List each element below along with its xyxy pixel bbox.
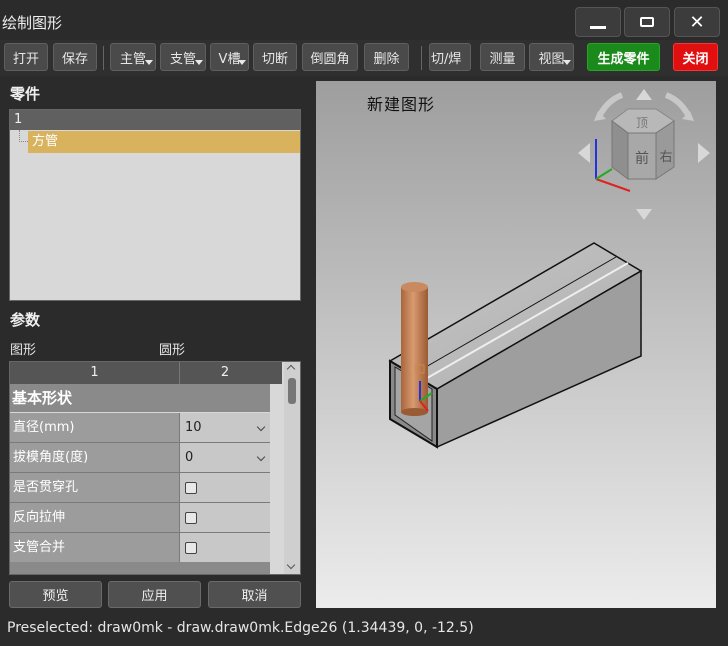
- generate-part-button[interactable]: 生成零件: [587, 43, 660, 71]
- cylinder-top-cap: [401, 282, 428, 292]
- parts-tree[interactable]: 1 方管: [9, 109, 301, 301]
- draft-angle-select[interactable]: 0: [180, 443, 270, 472]
- branch-merge-checkbox[interactable]: [185, 542, 197, 554]
- branch-pipe-label: 支管: [169, 51, 196, 67]
- nav-right-arrow-icon[interactable]: [698, 143, 710, 163]
- shape-type-label: 图形: [10, 343, 37, 358]
- dropdown-arrow-icon: [563, 60, 571, 65]
- fillet-button[interactable]: 倒圆角: [302, 43, 358, 71]
- close-button[interactable]: 关闭: [673, 43, 718, 71]
- table-row: 是否贯穿孔: [10, 473, 270, 503]
- 3d-viewport[interactable]: 新建图形 顶 前 右: [316, 81, 716, 608]
- cube-right-label: 右: [659, 150, 672, 165]
- main-pipe-label: 主管: [119, 51, 146, 67]
- toolbar-separator: [421, 46, 422, 70]
- dropdown-arrow-icon: [145, 60, 153, 65]
- cut-weld-button[interactable]: 切/焊: [429, 43, 471, 71]
- view-dropdown[interactable]: 视图: [529, 43, 574, 71]
- param-value: 0: [185, 450, 194, 465]
- params-table-header: 1 2: [10, 362, 282, 384]
- save-button[interactable]: 保存: [53, 43, 97, 71]
- cylinder-body: [401, 287, 428, 412]
- table-row: 拔模角度(度) 0: [10, 443, 270, 473]
- reverse-extrude-checkbox[interactable]: [185, 512, 197, 524]
- cylinder-model[interactable]: [401, 282, 428, 416]
- tree-item-square-tube[interactable]: 方管: [28, 131, 300, 153]
- table-row-partial: [10, 562, 270, 574]
- chevron-down-icon: [256, 422, 266, 432]
- table-row: 支管合并: [10, 533, 270, 563]
- parts-heading: 零件: [10, 85, 41, 103]
- dropdown-arrow-icon: [195, 60, 203, 65]
- cancel-button[interactable]: 取消: [208, 581, 301, 608]
- param-label: 反向拉伸: [10, 503, 180, 532]
- branch-pipe-dropdown[interactable]: 支管: [160, 43, 206, 71]
- apply-button[interactable]: 应用: [108, 581, 201, 608]
- param-label: 拔模角度(度): [10, 443, 180, 472]
- axis-x-line: [595, 178, 631, 192]
- window-close-button[interactable]: ✕: [674, 7, 720, 37]
- scene-svg: 顶 前 右: [388, 89, 710, 449]
- minimize-button[interactable]: [575, 7, 621, 37]
- param-label: 支管合并: [10, 533, 180, 562]
- scroll-down-icon[interactable]: [286, 560, 296, 570]
- main-pipe-dropdown[interactable]: 主管: [110, 43, 156, 71]
- nav-up-arrow-icon[interactable]: [636, 89, 652, 100]
- measure-button[interactable]: 测量: [480, 43, 525, 71]
- group-basic-shape: 基本形状: [10, 384, 270, 412]
- delete-button[interactable]: 删除: [364, 43, 409, 71]
- dropdown-arrow-icon: [238, 60, 246, 65]
- params-scrollbar[interactable]: [284, 362, 300, 574]
- column-header: 2: [220, 365, 230, 380]
- cube-front-label: 前: [635, 150, 649, 167]
- window-title: 绘制图形: [2, 14, 63, 32]
- column-header: 1: [10, 362, 180, 384]
- open-button[interactable]: 打开: [4, 43, 48, 71]
- tree-connector: [19, 130, 28, 142]
- toolbar-separator: [103, 46, 104, 70]
- scrollbar-thumb[interactable]: [288, 378, 296, 404]
- through-hole-cell: [180, 473, 270, 502]
- nav-down-arrow-icon[interactable]: [636, 209, 652, 220]
- nav-left-arrow-icon[interactable]: [578, 143, 590, 163]
- scroll-up-icon[interactable]: [286, 364, 296, 374]
- through-hole-checkbox[interactable]: [185, 482, 197, 494]
- maximize-button[interactable]: [624, 7, 670, 37]
- table-row: 直径(mm) 10: [10, 413, 270, 443]
- params-table: 1 2 基本形状 直径(mm) 10 拔模角度(度) 0 是否贯穿孔 反向拉伸 …: [9, 361, 301, 575]
- table-row: 反向拉伸: [10, 503, 270, 533]
- toolbar: 打开 保存 主管 支管 V槽 切断 倒圆角 删除 切/焊 测量 视图 生成零件 …: [0, 40, 728, 76]
- diameter-select[interactable]: 10: [180, 413, 270, 442]
- view-label: 视图: [538, 51, 565, 67]
- navigation-cube[interactable]: 顶 前 右: [578, 89, 710, 220]
- param-label: 是否贯穿孔: [10, 473, 180, 502]
- status-bar: Preselected: draw0mk - draw.draw0mk.Edge…: [0, 612, 728, 646]
- param-value: 10: [185, 420, 202, 435]
- cut-button[interactable]: 切断: [253, 43, 297, 71]
- title-bar: 绘制图形 ✕: [0, 0, 728, 40]
- chevron-down-icon: [256, 452, 266, 462]
- param-label: 直径(mm): [10, 413, 180, 442]
- reverse-extrude-cell: [180, 503, 270, 532]
- parts-tree-header: 1: [10, 110, 300, 130]
- cube-top-label: 顶: [636, 116, 648, 130]
- minimize-icon: [590, 25, 606, 29]
- v-groove-dropdown[interactable]: V槽: [210, 43, 249, 71]
- params-heading: 参数: [10, 311, 41, 329]
- axis-y-line: [595, 168, 613, 180]
- maximize-icon: [640, 17, 654, 27]
- preview-button[interactable]: 预览: [9, 581, 102, 608]
- shape-value-label: 圆形: [159, 343, 186, 358]
- close-icon: ✕: [689, 11, 705, 33]
- cylinder-bottom-cap: [401, 408, 428, 416]
- branch-merge-cell: [180, 533, 270, 562]
